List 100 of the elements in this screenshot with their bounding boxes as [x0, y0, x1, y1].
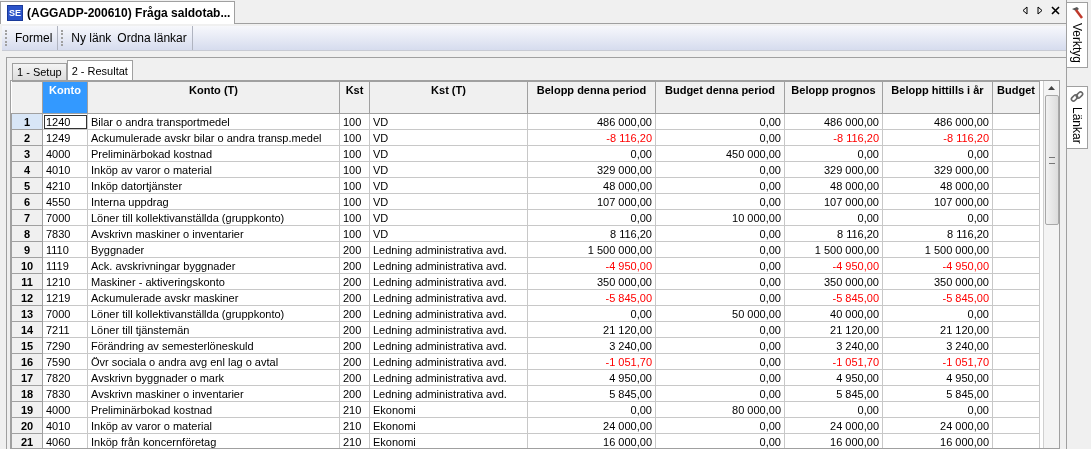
- table-cell: 8 116,20: [784, 225, 883, 242]
- tab[interactable]: 1 - Setup: [12, 63, 67, 80]
- table-cell: Löner till kollektivanställda (gruppkonto): [87, 305, 340, 322]
- table-cell: 0,00: [655, 385, 785, 402]
- table-cell: 100: [339, 145, 370, 162]
- table-cell: 5 845,00: [527, 385, 656, 402]
- table-cell: -5 845,00: [882, 289, 993, 306]
- table-cell: Ledning administrativa avd.: [369, 241, 528, 258]
- table-cell: Ledning administrativa avd.: [369, 337, 528, 354]
- table-cell: 200: [339, 273, 370, 290]
- column-header[interactable]: Belopp denna period: [527, 81, 656, 114]
- side-tab-label: Länkar: [1070, 107, 1084, 144]
- scroll-right-icon[interactable]: [1036, 6, 1044, 15]
- table-cell: 100: [339, 113, 370, 130]
- column-header[interactable]: Belopp hittills i år: [882, 81, 993, 114]
- table-cell: 4000: [42, 145, 88, 162]
- toolbar-button[interactable]: Ny länk: [69, 31, 114, 45]
- table-cell: 24 000,00: [882, 417, 993, 434]
- vertical-scrollbar[interactable]: [1043, 81, 1059, 448]
- table-cell: 0,00: [655, 337, 785, 354]
- table-cell: VD: [369, 177, 528, 194]
- document-tab[interactable]: SE (AGGADP-200610) Fråga saldotab...: [0, 1, 236, 24]
- table-cell: 0,00: [655, 193, 785, 210]
- table-cell: Ekonomi: [369, 417, 528, 434]
- table-cell: 0,00: [784, 401, 883, 418]
- column-header[interactable]: Budget denna period: [655, 81, 785, 114]
- table-cell: 107 000,00: [784, 193, 883, 210]
- table-cell: 10 000,00: [655, 209, 785, 226]
- table-cell: 4 950,00: [784, 369, 883, 386]
- table-cell: 24 000,00: [784, 417, 883, 434]
- table-cell: 0,00: [655, 113, 785, 130]
- table-cell: 21 120,00: [882, 321, 993, 338]
- table-cell: 1 500 000,00: [882, 241, 993, 258]
- table-cell: 329 000,00: [527, 161, 656, 178]
- table-cell: 1210: [42, 273, 88, 290]
- table-cell: 1249: [42, 129, 88, 146]
- table-cell: 200: [339, 353, 370, 370]
- table-cell: 0,00: [655, 225, 785, 242]
- table-cell: 7590: [42, 353, 88, 370]
- chain-link-icon: [1070, 90, 1084, 105]
- app-logo-icon: SE: [7, 5, 23, 21]
- table-cell: 3 240,00: [527, 337, 656, 354]
- table-cell: 21 120,00: [527, 321, 656, 338]
- table-cell: Inköp av varor o material: [87, 161, 340, 178]
- table-cell: -1 051,70: [882, 353, 993, 370]
- table-cell: Preliminärbokad kostnad: [87, 401, 340, 418]
- table-cell: 0,00: [655, 321, 785, 338]
- table-cell: 1119: [42, 257, 88, 274]
- table-cell: 100: [339, 193, 370, 210]
- table-cell: -8 116,20: [527, 129, 656, 146]
- table-cell: 4 950,00: [527, 369, 656, 386]
- column-header[interactable]: Belopp prognos: [784, 81, 883, 114]
- table-cell: 329 000,00: [882, 161, 993, 178]
- table-cell: 107 000,00: [527, 193, 656, 210]
- table-cell: 21 120,00: [784, 321, 883, 338]
- close-icon[interactable]: [1051, 6, 1060, 15]
- table-cell: 7000: [42, 305, 88, 322]
- table-cell: 100: [339, 161, 370, 178]
- table-cell: 486 000,00: [527, 113, 656, 130]
- table-cell: Avskrivn byggnader o mark: [87, 369, 340, 386]
- table-cell: 1240: [42, 113, 88, 130]
- table-cell: 7211: [42, 321, 88, 338]
- table-cell: 200: [339, 241, 370, 258]
- column-header[interactable]: Konto (T): [87, 81, 340, 114]
- table-cell: 4010: [42, 417, 88, 434]
- toolbar-button[interactable]: Formel: [13, 31, 55, 45]
- scroll-left-icon[interactable]: [1021, 6, 1029, 15]
- table-cell: 48 000,00: [784, 177, 883, 194]
- side-tab[interactable]: Länkar: [1067, 86, 1088, 149]
- column-header[interactable]: Budget: [992, 81, 1040, 114]
- table-cell: 4010: [42, 161, 88, 178]
- table-cell: 24 000,00: [527, 417, 656, 434]
- table-cell: -1 051,70: [784, 353, 883, 370]
- table-cell: 486 000,00: [784, 113, 883, 130]
- table-cell: 40 000,00: [784, 305, 883, 322]
- side-tab[interactable]: Verktyg: [1067, 2, 1088, 69]
- table-cell: Ledning administrativa avd.: [369, 369, 528, 386]
- table-cell: VD: [369, 129, 528, 146]
- table-cell: 4210: [42, 177, 88, 194]
- table-cell: 0,00: [882, 305, 993, 322]
- table-cell: Ledning administrativa avd.: [369, 305, 528, 322]
- table-cell: -1 051,70: [527, 353, 656, 370]
- table-cell: 200: [339, 289, 370, 306]
- column-header[interactable]: Kst: [339, 81, 370, 114]
- table-cell: 450 000,00: [655, 145, 785, 162]
- table-cell: 200: [339, 305, 370, 322]
- scrollbar-thumb[interactable]: [1044, 95, 1059, 225]
- toolbar-button[interactable]: Ordna länkar: [115, 31, 189, 45]
- table-cell: 1219: [42, 289, 88, 306]
- column-header[interactable]: Kst (T): [369, 81, 528, 114]
- table-cell: Avskrivn maskiner o inventarier: [87, 385, 340, 402]
- table-cell: 0,00: [527, 401, 656, 418]
- table-cell: 350 000,00: [882, 273, 993, 290]
- table-cell: VD: [369, 209, 528, 226]
- table-cell: Löner till tjänstemän: [87, 321, 340, 338]
- table-cell: 350 000,00: [527, 273, 656, 290]
- table-cell: Ledning administrativa avd.: [369, 321, 528, 338]
- table-cell: 0,00: [655, 289, 785, 306]
- table-cell: 7830: [42, 225, 88, 242]
- table-cell: 80 000,00: [655, 401, 785, 418]
